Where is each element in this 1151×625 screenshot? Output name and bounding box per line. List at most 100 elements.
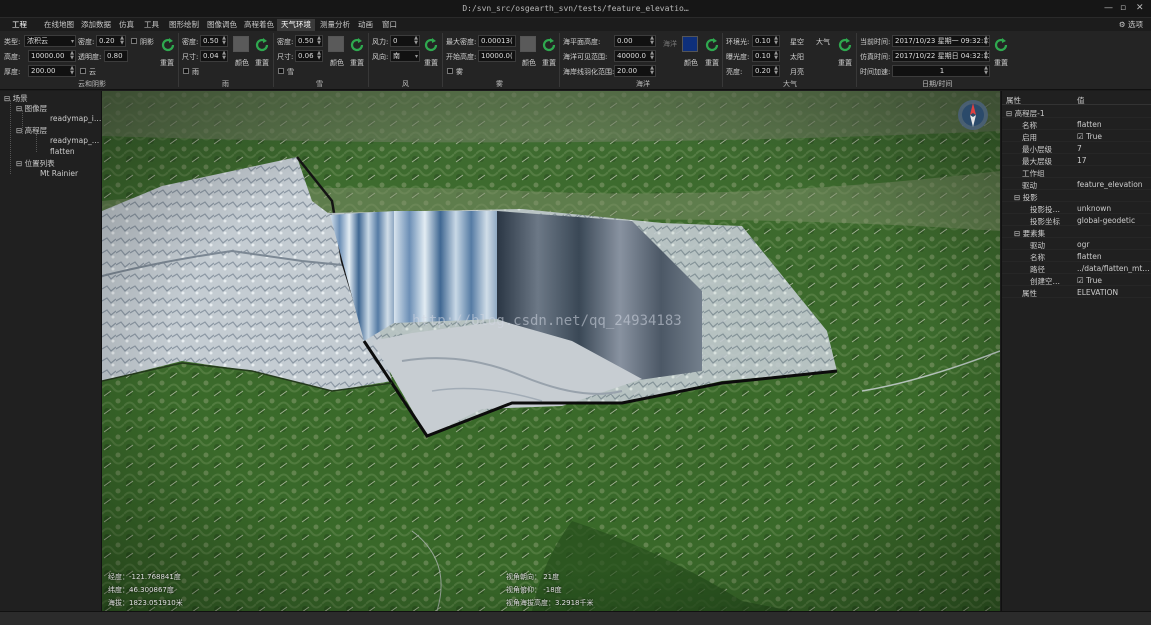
tree-elevation-item[interactable]: readymap_… bbox=[50, 136, 99, 145]
close-icon[interactable]: ✕ bbox=[1136, 3, 1144, 13]
cloud-thickness-input[interactable]: 200.00 ▲ ▼ bbox=[28, 65, 76, 77]
cloud-alpha-input[interactable]: 0.80 bbox=[104, 50, 128, 62]
fog-start-height-input[interactable]: 10000.0( bbox=[478, 50, 516, 62]
cloud-reset-icon[interactable] bbox=[160, 37, 176, 53]
rain-reset-icon[interactable] bbox=[254, 37, 270, 53]
wind-direction-select[interactable]: 南 ▾ bbox=[390, 50, 420, 62]
cloud-group-label: 云和阴影 bbox=[78, 80, 106, 88]
cloud-type-select[interactable]: 浓积云 ▾ bbox=[24, 35, 76, 47]
atmosphere-reset-label[interactable]: 重置 bbox=[838, 58, 852, 68]
compass-icon[interactable] bbox=[957, 99, 989, 131]
cloud-shadow-checkbox[interactable] bbox=[131, 38, 137, 44]
atmosphere-reset-icon[interactable] bbox=[837, 37, 853, 53]
sea-toggle-label[interactable]: 海洋 bbox=[663, 39, 677, 49]
property-row[interactable]: 创建空… ☑ True bbox=[1002, 274, 1151, 286]
property-row[interactable]: 工作组 bbox=[1002, 166, 1151, 178]
rain-color-swatch[interactable] bbox=[233, 36, 249, 52]
menu-color-adjust[interactable]: 图像调色 bbox=[203, 19, 241, 31]
time-speed-input[interactable]: 1 ▲ ▼ bbox=[892, 65, 990, 77]
tree-image-item[interactable]: readymap_i… bbox=[50, 114, 101, 123]
property-row[interactable]: 路径 ../data/flatten_mt… bbox=[1002, 262, 1151, 274]
sea-level-input[interactable]: 0.00 ▲ ▼ bbox=[614, 35, 656, 47]
fog-reset-label[interactable]: 重置 bbox=[542, 58, 556, 68]
snow-color-swatch[interactable] bbox=[328, 36, 344, 52]
exposure-input[interactable]: 0.10 ▲ ▼ bbox=[752, 50, 780, 62]
menu-elevation-color[interactable]: 高程着色 bbox=[240, 19, 278, 31]
atmosphere-toggle[interactable]: 大气 bbox=[816, 37, 830, 47]
brightness-input[interactable]: 0.20 ▲ ▼ bbox=[752, 65, 780, 77]
sun-toggle[interactable]: 太阳 bbox=[790, 52, 804, 62]
property-row[interactable]: ⊟ 高程层-1 bbox=[1002, 106, 1151, 118]
separator bbox=[178, 33, 179, 87]
menu-weather[interactable]: 天气环境 bbox=[277, 19, 315, 31]
property-row[interactable]: 投影投… unknown bbox=[1002, 202, 1151, 214]
ambient-input[interactable]: 0.10 ▲ ▼ bbox=[752, 35, 780, 47]
tree-flatten-item[interactable]: flatten bbox=[50, 147, 75, 156]
options-menu[interactable]: ⚙ 选项 bbox=[1119, 19, 1143, 30]
current-time-input[interactable]: 2017/10/23 星期一 09:32:11 ▲ ▼ bbox=[892, 35, 990, 47]
menu-draw[interactable]: 图形绘制 bbox=[165, 19, 203, 31]
cloud-reset-label[interactable]: 重置 bbox=[160, 58, 174, 68]
snow-enable-checkbox[interactable] bbox=[278, 68, 284, 74]
fog-max-density-input[interactable]: 0.00013( bbox=[478, 35, 516, 47]
property-row[interactable]: ⊟ 要素集 bbox=[1002, 226, 1151, 238]
cloud-density-input[interactable]: 0.20 ▲ ▼ bbox=[96, 35, 126, 47]
ocean-visible-range-input[interactable]: 40000.0 ▲ ▼ bbox=[614, 50, 656, 62]
sim-time-input[interactable]: 2017/10/22 星期日 04:32:12 ▲ ▼ bbox=[892, 50, 990, 62]
menu-online-map[interactable]: 在线地图 bbox=[40, 19, 78, 31]
stars-toggle[interactable]: 星空 bbox=[790, 37, 804, 47]
maximize-icon[interactable]: ▫ bbox=[1120, 3, 1126, 13]
snow-density-input[interactable]: 0.50 ▲ ▼ bbox=[295, 35, 323, 47]
property-row[interactable]: 最小层级 7 bbox=[1002, 142, 1151, 154]
property-row[interactable]: 投影坐标 global-geodetic bbox=[1002, 214, 1151, 226]
menu-tools[interactable]: 工具 bbox=[140, 19, 163, 31]
property-value[interactable]: ☑ True bbox=[1077, 132, 1151, 141]
property-row[interactable]: ⊟ 投影 bbox=[1002, 190, 1151, 202]
tree-position-list[interactable]: ⊟ 位置列表 bbox=[16, 158, 55, 169]
rain-enable-checkbox[interactable] bbox=[183, 68, 189, 74]
moon-toggle[interactable]: 月亮 bbox=[790, 67, 804, 77]
property-row[interactable]: 启用 ☑ True bbox=[1002, 130, 1151, 142]
ocean-color-swatch[interactable] bbox=[682, 36, 698, 52]
snow-reset-icon[interactable] bbox=[349, 37, 365, 53]
snow-reset-label[interactable]: 重置 bbox=[350, 58, 364, 68]
menu-project[interactable]: 工程 bbox=[8, 19, 31, 31]
property-row[interactable]: 名称 flatten bbox=[1002, 250, 1151, 262]
menu-measure[interactable]: 测量分析 bbox=[316, 19, 354, 31]
menu-animation[interactable]: 动画 bbox=[354, 19, 377, 31]
ocean-reset-icon[interactable] bbox=[704, 37, 720, 53]
properties-panel: 属性 值 ⊟ 高程层-1 名称 flatten 启用 ☑ True 最小层级 7 最大层级 17… bbox=[1001, 91, 1151, 611]
wind-reset-icon[interactable] bbox=[423, 37, 439, 53]
fog-reset-icon[interactable] bbox=[541, 37, 557, 53]
wind-reset-label[interactable]: 重置 bbox=[424, 58, 438, 68]
property-row[interactable]: 最大层级 17 bbox=[1002, 154, 1151, 166]
3d-viewport[interactable]: 经度：-121.768841度 纬度：46.300867度 海拔：1823.05… bbox=[102, 91, 1000, 611]
rain-density-input[interactable]: 0.50 ▲ ▼ bbox=[200, 35, 228, 47]
fog-color-swatch[interactable] bbox=[520, 36, 536, 52]
property-row[interactable]: 名称 flatten bbox=[1002, 118, 1151, 130]
cloud-enable-checkbox[interactable] bbox=[80, 68, 86, 74]
rain-size-input[interactable]: 0.04 ▲ ▼ bbox=[200, 50, 228, 62]
time-reset-label[interactable]: 重置 bbox=[994, 58, 1008, 68]
cloud-height-input[interactable]: 10000.00 ▲ ▼ bbox=[28, 50, 76, 62]
menu-add-data[interactable]: 添加数据 bbox=[77, 19, 115, 31]
time-reset-icon[interactable] bbox=[993, 37, 1009, 53]
minimize-icon[interactable]: — bbox=[1104, 3, 1113, 13]
tree-elevation-layer[interactable]: ⊟ 高程层 bbox=[16, 125, 47, 136]
property-value: feature_elevation bbox=[1077, 180, 1143, 189]
menu-window[interactable]: 窗口 bbox=[378, 19, 401, 31]
property-row[interactable]: 驱动 feature_elevation bbox=[1002, 178, 1151, 190]
menu-simulation[interactable]: 仿真 bbox=[115, 19, 138, 31]
sea-level-label: 海平面高度: bbox=[563, 38, 601, 46]
wind-force-input[interactable]: 0 ▲ ▼ bbox=[390, 35, 420, 47]
property-row[interactable]: 属性 ELEVATION bbox=[1002, 286, 1151, 298]
property-row[interactable]: 驱动 ogr bbox=[1002, 238, 1151, 250]
snow-size-input[interactable]: 0.06 ▲ ▼ bbox=[295, 50, 323, 62]
tree-image-layer[interactable]: ⊟ 图像层 bbox=[16, 103, 47, 114]
tree-position-item[interactable]: Mt Rainier bbox=[40, 169, 78, 178]
fog-enable-checkbox[interactable] bbox=[447, 68, 453, 74]
property-value[interactable]: ☑ True bbox=[1077, 276, 1151, 285]
ocean-reset-label[interactable]: 重置 bbox=[705, 58, 719, 68]
rain-reset-label[interactable]: 重置 bbox=[255, 58, 269, 68]
coast-feather-input[interactable]: 20.00 ▲ ▼ bbox=[614, 65, 656, 77]
